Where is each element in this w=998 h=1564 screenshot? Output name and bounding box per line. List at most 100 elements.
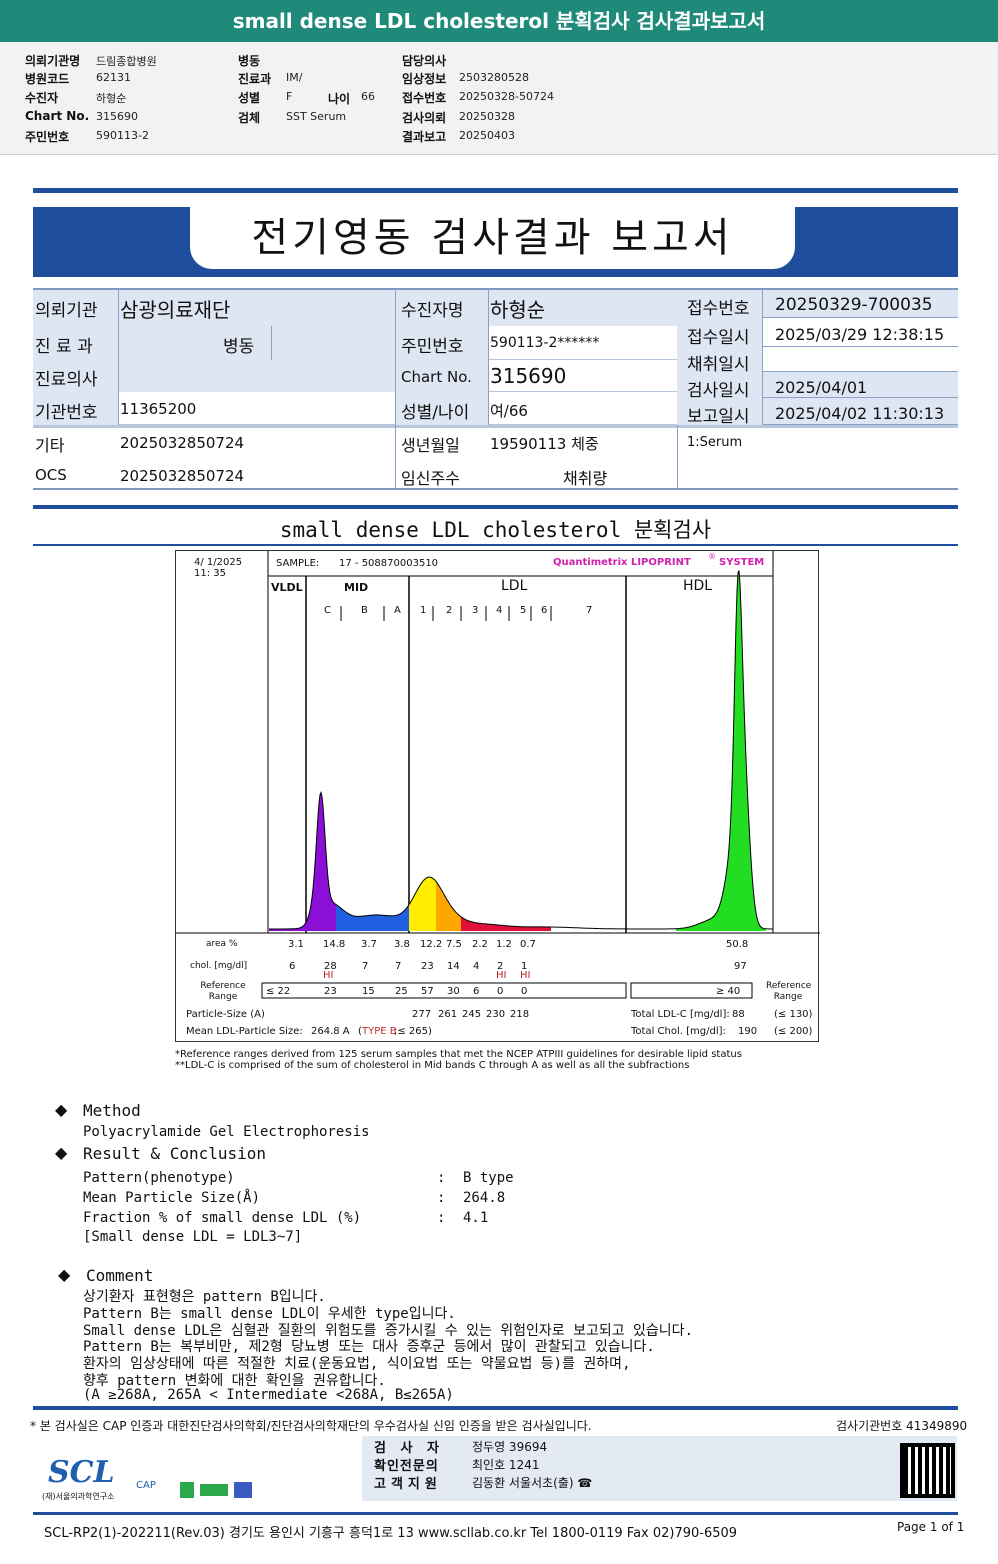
chol-value: 4 [473, 961, 480, 972]
footnote: **LDL-C is comprised of the sum of chole… [175, 1060, 690, 1071]
chol-value: 14 [447, 961, 460, 972]
section-title: small dense LDL cholesterol 분획검사 [279, 518, 712, 542]
info-label: 병원코드 [25, 72, 70, 86]
info-label: 담당의사 [402, 54, 447, 68]
label: 주민번호 [401, 337, 464, 357]
group-mid: MID [344, 581, 369, 594]
value: 2025032850724 [120, 434, 245, 452]
cert-logos: CAP [136, 1480, 156, 1491]
info-label: Chart No. [25, 109, 90, 123]
info-value: 590113-2 [96, 129, 149, 142]
cert-logo-icon [180, 1482, 194, 1498]
divider [33, 544, 958, 546]
value: 2025032850724 [120, 467, 245, 485]
result-label: Fraction % of small dense LDL (%) [83, 1210, 362, 1226]
qr-code [900, 1443, 955, 1498]
label: 의뢰기관 [35, 301, 98, 321]
age-label: 나이 [328, 92, 351, 106]
mean-tail: ;≤ 265) [394, 1026, 432, 1037]
area-hdl: 50.8 [726, 939, 749, 950]
ref-value: 57 [421, 986, 434, 997]
area-value: 7.5 [446, 939, 462, 950]
staff-name: 최인호 1241 [472, 1458, 540, 1472]
info-value: 20250328-50724 [459, 90, 554, 103]
result-label: Mean Particle Size(Å) [83, 1190, 261, 1206]
lab-number: 검사기관번호 41349890 [836, 1419, 968, 1433]
label: OCS [35, 466, 67, 484]
particle-size: 245 [462, 1009, 482, 1020]
info-value: IM/ [286, 71, 303, 84]
size-label: Particle-Size (A) [186, 1009, 265, 1020]
info-value: SST Serum [286, 110, 347, 123]
total-ldl-ref: (≤ 130) [774, 1009, 813, 1020]
ref-value: 0 [497, 986, 504, 997]
divider [118, 288, 119, 425]
report-header-title: small dense LDL cholesterol 분획검사 검사결과보고서 [0, 0, 998, 42]
info-label: 검사의뢰 [402, 111, 447, 125]
chol-value: 23 [421, 961, 434, 972]
ref-range-box [261, 982, 627, 999]
brand-mark: ® [708, 552, 716, 561]
ref-value: 0 [521, 986, 528, 997]
total-chol: 190 [738, 1026, 758, 1037]
staff-name: 김동환 서울서초(출) ☎ [472, 1476, 593, 1490]
band-label: 5 [520, 605, 527, 616]
group-hdl: HDL [683, 578, 713, 594]
area-label: area % [206, 939, 238, 949]
ref-value: 15 [362, 986, 375, 997]
band-label: B [361, 605, 368, 616]
chol-value: 6 [289, 961, 296, 972]
info-label: 병동 [238, 54, 261, 68]
label: Chart No. [401, 368, 472, 386]
method-text: Polyacrylamide Gel Electrophoresis [83, 1124, 370, 1140]
result-colon: : [437, 1190, 446, 1206]
diamond-icon: ◆ [58, 1265, 71, 1284]
ref-label: Reference Range [200, 981, 246, 1002]
particle-size: 230 [486, 1009, 506, 1020]
staff-name: 정두영 39694 [472, 1440, 548, 1454]
peak-fill [436, 881, 461, 931]
report-info-table: 의뢰기관 삼광의료재단 수진자명 하형순 접수번호 20250329-700035 진 료 … [33, 288, 958, 490]
peak-fill [461, 916, 551, 931]
info-value: 20250403 [459, 129, 515, 142]
band-label: C [324, 605, 331, 616]
value: 삼광의료재단 [120, 298, 231, 322]
particle-size: 218 [510, 1009, 530, 1020]
ref-value: 23 [324, 986, 337, 997]
value: 2025/03/29 12:38:15 [775, 325, 945, 344]
value: 하형순 [490, 298, 546, 322]
label: 기타 [35, 436, 65, 455]
mean-size: 264.8 A [311, 1026, 350, 1037]
area-value: 3.1 [288, 939, 304, 950]
peak-fill [269, 792, 336, 931]
label: 진료의사 [35, 370, 98, 390]
info-value: 20250328 [459, 110, 515, 123]
divider [395, 288, 396, 490]
info-value: 62131 [96, 71, 131, 84]
report-time: 11: 35 [194, 568, 226, 579]
area-value: 12.2 [420, 939, 443, 950]
brand: SYSTEM [719, 557, 765, 568]
cert-logo-icon [234, 1482, 252, 1498]
label: 성별/나이 [401, 403, 470, 423]
patient-info-panel: 나이 66 의뢰기관명 드림종합병원 병원코드 62131 수진자 하형순 Chart No… [0, 42, 998, 155]
page-number: Page 1 of 1 [897, 1520, 965, 1534]
info-value: 2503280528 [459, 71, 529, 84]
value: 590113-2****** [490, 335, 600, 351]
result-title: Result & Conclusion [83, 1144, 267, 1163]
certification-note: * 본 검사실은 CAP 인증과 대한진단검사의학회/진단검사의학재단의 우수검… [30, 1419, 592, 1433]
info-value: 하형순 [96, 92, 127, 105]
total-chol-ref: (≤ 200) [774, 1026, 813, 1037]
info-label: 임상정보 [402, 72, 447, 86]
group-ldl: LDL [501, 578, 528, 594]
staff-role: 고객지원 [374, 1477, 442, 1492]
staff-role: 검 사 자 [374, 1441, 444, 1456]
ref-hdl: ≥ 40 [716, 986, 741, 997]
value: 1:Serum [687, 435, 743, 450]
sample-label: SAMPLE: [276, 558, 320, 569]
value: 11365200 [120, 400, 197, 418]
area-value: 3.8 [394, 939, 410, 950]
divider [488, 288, 489, 425]
value: 315690 [490, 364, 567, 388]
area-value: 14.8 [323, 939, 346, 950]
